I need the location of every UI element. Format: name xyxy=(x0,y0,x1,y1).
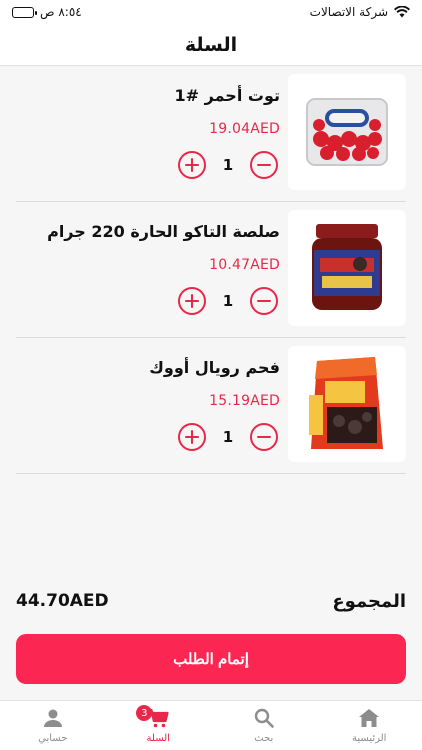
tab-label: بحث xyxy=(254,733,274,744)
battery-icon xyxy=(12,6,37,18)
tab-search[interactable]: بحث xyxy=(211,701,317,750)
tab-label: الرئيسية xyxy=(352,733,387,744)
quantity-value: 1 xyxy=(222,156,234,174)
status-time: ٨:٥٤ ص xyxy=(40,5,82,19)
cart-item: صلصة التاكو الحارة 220 جرام 10.47AED 1 xyxy=(16,202,406,338)
increase-quantity-button[interactable] xyxy=(178,151,206,179)
tab-label: السلة xyxy=(146,733,170,744)
charcoal-bag-image xyxy=(309,357,383,449)
taco-sauce-jar-image xyxy=(312,224,382,310)
decrease-quantity-button[interactable] xyxy=(250,151,278,179)
status-right: شركة الاتصالات xyxy=(310,5,410,19)
raspberries-pack-image xyxy=(306,98,388,166)
quantity-value: 1 xyxy=(222,428,234,446)
decrease-quantity-button[interactable] xyxy=(250,287,278,315)
item-name: توت أحمر #1 xyxy=(174,86,281,105)
cart-item: فحم رويال أووك 15.19AED 1 xyxy=(16,338,406,474)
item-price: 15.19AED xyxy=(209,393,280,409)
minus-icon xyxy=(257,435,271,439)
item-price: 19.04AED xyxy=(209,121,280,137)
item-name: صلصة التاكو الحارة 220 جرام xyxy=(47,222,280,241)
wifi-icon xyxy=(394,6,410,18)
product-image-raspberries[interactable] xyxy=(288,74,406,190)
quantity-stepper: 1 xyxy=(178,422,278,452)
total-row: 44.70AED المجموع xyxy=(16,588,406,614)
tab-bar: حسابي 3 السلة بحث الرئيسية xyxy=(0,700,422,750)
item-name: فحم رويال أووك xyxy=(149,358,280,377)
checkout-button[interactable]: إتمام الطلب xyxy=(16,634,406,684)
tab-home[interactable]: الرئيسية xyxy=(317,701,422,750)
minus-icon xyxy=(257,163,271,167)
home-icon xyxy=(359,709,380,727)
product-image-charcoal[interactable] xyxy=(288,346,406,462)
decrease-quantity-button[interactable] xyxy=(250,423,278,451)
page-title: السلة xyxy=(184,33,238,56)
person-icon xyxy=(43,709,62,727)
quantity-stepper: 1 xyxy=(178,150,278,180)
total-value: 44.70AED xyxy=(16,591,109,611)
carrier-name: شركة الاتصالات xyxy=(309,5,388,19)
increase-quantity-button[interactable] xyxy=(178,287,206,315)
cart-list: توت أحمر #1 19.04AED 1 صلصة التاكو الحار… xyxy=(0,66,422,474)
total-label: المجموع xyxy=(332,590,406,612)
item-price: 10.47AED xyxy=(209,257,280,273)
quantity-value: 1 xyxy=(222,292,234,310)
increase-quantity-button[interactable] xyxy=(178,423,206,451)
cart-item: توت أحمر #1 19.04AED 1 xyxy=(16,66,406,202)
tab-cart[interactable]: 3 السلة xyxy=(106,701,212,750)
status-left: ٨:٥٤ ص xyxy=(12,5,82,19)
search-icon xyxy=(254,708,274,728)
status-bar: ٨:٥٤ ص شركة الاتصالات xyxy=(0,0,422,24)
product-image-taco-sauce[interactable] xyxy=(288,210,406,326)
header: السلة xyxy=(0,24,422,66)
tab-label: حسابي xyxy=(38,733,68,744)
tab-account[interactable]: حسابي xyxy=(0,701,106,750)
minus-icon xyxy=(257,299,271,303)
quantity-stepper: 1 xyxy=(178,286,278,316)
